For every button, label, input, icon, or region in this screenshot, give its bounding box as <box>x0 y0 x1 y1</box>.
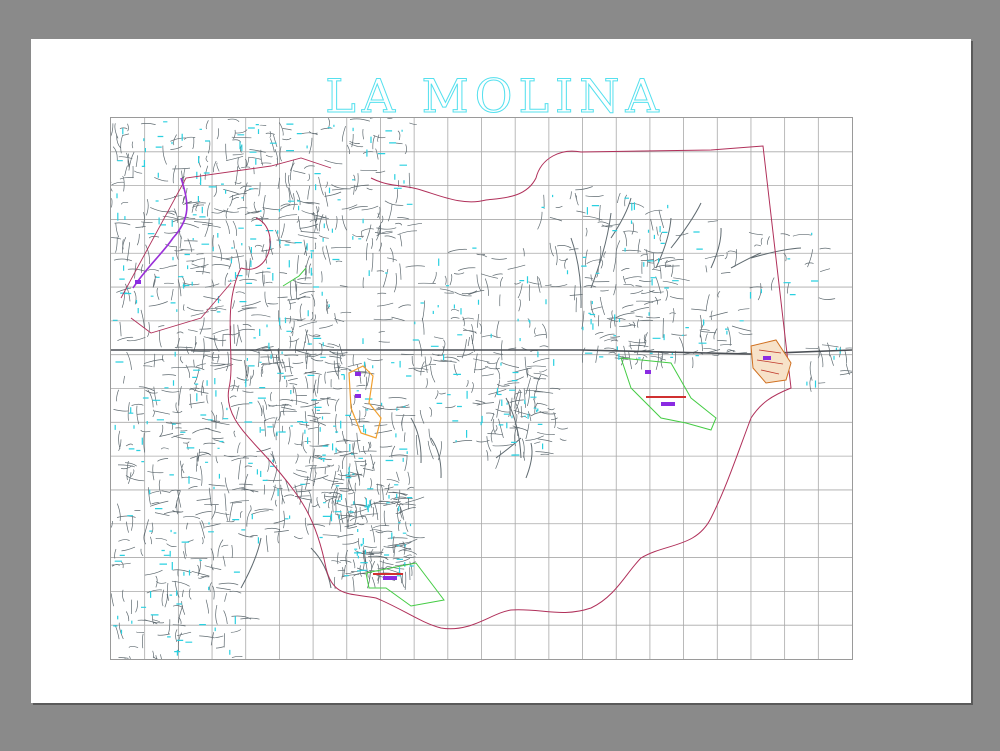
district-boundary-west <box>120 157 332 334</box>
marker-purple <box>355 394 361 398</box>
street-segments <box>301 397 425 525</box>
city-map <box>111 118 852 659</box>
map-viewport[interactable] <box>110 117 853 660</box>
grid-lines <box>111 118 852 659</box>
street-segments <box>581 304 753 370</box>
marker-red <box>373 573 403 575</box>
street-label-marks <box>412 319 555 450</box>
street-segments <box>240 338 377 553</box>
zone-orange <box>348 365 382 439</box>
marker-purple <box>661 402 675 406</box>
marker-red <box>646 396 686 398</box>
street-segments <box>362 248 550 391</box>
street-segments <box>111 236 260 659</box>
street-segments <box>622 218 836 312</box>
street-label-marks <box>112 238 247 656</box>
park-east <box>620 357 717 431</box>
marker-purple <box>355 372 361 376</box>
street-label-marks <box>116 121 413 254</box>
district-boundary <box>227 145 792 630</box>
street-label-marks <box>362 247 539 377</box>
street-label-marks <box>806 347 841 388</box>
street-segments <box>537 186 684 318</box>
park-south <box>365 562 445 607</box>
marker-purple <box>135 280 141 284</box>
street-segments <box>111 118 423 265</box>
marker-purple <box>383 576 397 580</box>
street-segments <box>228 246 352 394</box>
street-label-marks <box>643 226 819 299</box>
marker-purple <box>645 370 651 374</box>
map-title: LA MOLINA <box>325 69 665 123</box>
